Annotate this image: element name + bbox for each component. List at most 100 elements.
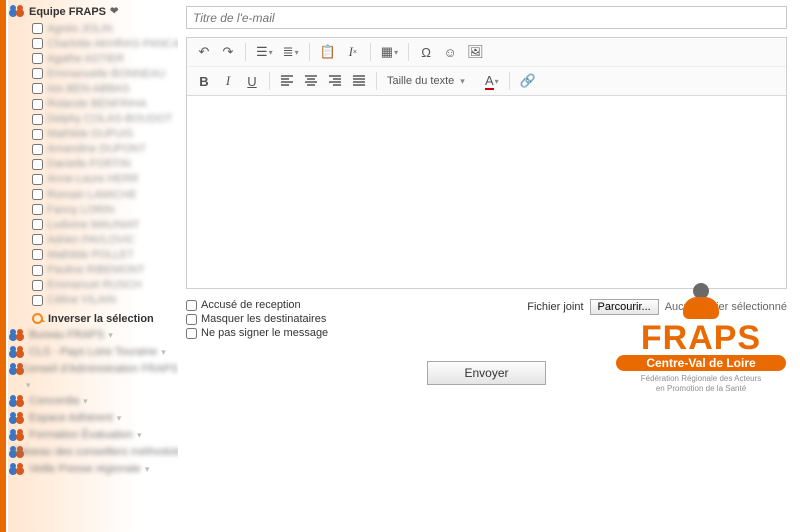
member-name: Amandine DUPONT xyxy=(47,143,146,155)
member-checkbox[interactable] xyxy=(32,174,43,185)
emoji-button[interactable]: ☺ xyxy=(439,41,461,63)
member-checkbox[interactable] xyxy=(32,129,43,140)
member-name: Rolande BENFRIHA xyxy=(47,98,147,110)
member-checkbox[interactable] xyxy=(32,219,43,230)
option-read-receipt[interactable]: Accusé de reception xyxy=(186,299,328,311)
email-subject-input[interactable] xyxy=(186,6,787,29)
send-button[interactable]: Envoyer xyxy=(427,361,545,385)
member-checkbox[interactable] xyxy=(32,83,43,94)
insert-table-button[interactable]: ▦ xyxy=(377,41,402,63)
ordered-list-button[interactable]: ≣ xyxy=(279,41,303,63)
chevron-down-icon: ▾ xyxy=(83,396,88,407)
no-sign-checkbox[interactable] xyxy=(186,328,197,339)
group-header[interactable]: Formation Évaluation▾ xyxy=(10,429,178,442)
editor-content-area[interactable] xyxy=(187,96,786,288)
recipients-sidebar: Equipe FRAPS ❤ Agnès JOLIN Charlotte AKH… xyxy=(0,0,178,532)
member-name: Charlotte AKHRAS-PANCALDI xyxy=(47,38,178,50)
group-header-equipe-fraps[interactable]: Equipe FRAPS ❤ xyxy=(10,5,178,18)
option-no-signature[interactable]: Ne pas signer le message xyxy=(186,327,328,339)
member-name: Adrien PAVLOVIC xyxy=(47,234,135,246)
member-checkbox[interactable] xyxy=(32,265,43,276)
member-name: Emmanuelle BONNEAU xyxy=(47,68,166,80)
member-checkbox[interactable] xyxy=(32,189,43,200)
member-name: Pauline RIBEMONT xyxy=(47,264,145,276)
group-icon xyxy=(10,463,25,476)
chevron-down-icon: ▾ xyxy=(108,330,113,341)
member-checkbox[interactable] xyxy=(32,159,43,170)
insert-image-button[interactable]: 🖼 xyxy=(463,41,488,63)
align-justify-button[interactable] xyxy=(348,70,370,92)
member-checkbox[interactable] xyxy=(32,23,43,34)
option-hide-recipients[interactable]: Masquer les destinataires xyxy=(186,313,328,325)
member-checkbox[interactable] xyxy=(32,68,43,79)
group-icon xyxy=(10,5,25,18)
member-checkbox[interactable] xyxy=(32,99,43,110)
group-name: Equipe FRAPS xyxy=(29,6,106,18)
attachment-label: Fichier joint xyxy=(527,301,583,313)
bold-button[interactable]: B xyxy=(193,70,215,92)
rich-text-editor: ↶ ↷ ☰ ≣ 📋 I× ▦ Ω ☺ 🖼 B I xyxy=(186,37,787,289)
clear-formatting-button[interactable]: I× xyxy=(342,41,364,63)
chevron-down-icon: ❤ xyxy=(110,6,118,17)
hide-recipients-checkbox[interactable] xyxy=(186,314,197,325)
group-icon xyxy=(10,346,25,359)
member-name: Fanny LORIN xyxy=(47,204,114,216)
group-icon xyxy=(10,429,25,442)
text-color-button[interactable]: A xyxy=(481,70,503,92)
underline-button[interactable]: U xyxy=(241,70,263,92)
insert-link-button[interactable]: 🔗 xyxy=(516,70,540,92)
font-size-select[interactable]: Taille du texte xyxy=(383,70,479,92)
member-checkbox[interactable] xyxy=(32,234,43,245)
member-name: Agathe ASTIER xyxy=(47,53,124,65)
member-name: Anne-Laure HERR xyxy=(47,173,139,185)
member-name: Céline VILAIN xyxy=(47,294,116,306)
group-header[interactable]: Bureau FRAPS▾ xyxy=(10,329,178,342)
align-left-button[interactable] xyxy=(276,70,298,92)
member-checkbox[interactable] xyxy=(32,53,43,64)
member-checkbox[interactable] xyxy=(32,204,43,215)
align-right-button[interactable] xyxy=(324,70,346,92)
member-name: Mathilde DUPUIS xyxy=(47,128,133,140)
redo-button[interactable]: ↷ xyxy=(217,41,239,63)
group-header[interactable]: Veille Presse régionale▾ xyxy=(10,463,178,476)
member-checkbox[interactable] xyxy=(32,144,43,155)
chevron-down-icon: ▾ xyxy=(117,413,122,424)
member-name: Mathilde POLLET xyxy=(47,249,134,261)
browse-file-button[interactable]: Parcourir... xyxy=(590,299,659,315)
member-name: Emmanuel RUSCH xyxy=(47,279,142,291)
chevron-down-icon: ▾ xyxy=(137,430,142,441)
invert-selection[interactable]: Inverser la sélection xyxy=(10,313,178,325)
align-center-button[interactable] xyxy=(300,70,322,92)
member-checkbox[interactable] xyxy=(32,295,43,306)
group-header[interactable]: Réseau des conseillers méthodologiques xyxy=(10,446,178,459)
group-header[interactable]: Espace Adhérent▾ xyxy=(10,412,178,425)
italic-button[interactable]: I xyxy=(217,70,239,92)
special-char-button[interactable]: Ω xyxy=(415,41,437,63)
member-checkbox[interactable] xyxy=(32,280,43,291)
member-name: Danielle FORTIN xyxy=(47,158,131,170)
group-header[interactable]: Conseil d'Administration FRAPS xyxy=(10,363,178,376)
member-checkbox[interactable] xyxy=(32,249,43,260)
member-name: Agnès JOLIN xyxy=(47,23,112,35)
compose-panel: ↶ ↷ ☰ ≣ 📋 I× ▦ Ω ☺ 🖼 B I xyxy=(178,0,800,532)
undo-button[interactable]: ↶ xyxy=(193,41,215,63)
group-icon xyxy=(10,363,17,376)
chevron-down-icon: ▾ xyxy=(161,347,166,358)
member-name: Ludivine MAUNIAT xyxy=(47,219,140,231)
group-icon xyxy=(10,329,25,342)
member-checkbox[interactable] xyxy=(32,38,43,49)
unordered-list-button[interactable]: ☰ xyxy=(252,41,277,63)
receipt-checkbox[interactable] xyxy=(186,300,197,311)
group-icon xyxy=(10,412,25,425)
invert-label: Inverser la sélection xyxy=(48,313,154,325)
group-header[interactable]: Concordia▾ xyxy=(10,395,178,408)
member-list: Agnès JOLIN Charlotte AKHRAS-PANCALDI Ag… xyxy=(10,21,178,311)
chevron-down-icon[interactable]: ▾ xyxy=(26,380,31,390)
group-icon xyxy=(10,395,25,408)
chevron-down-icon: ▾ xyxy=(145,464,150,475)
member-checkbox[interactable] xyxy=(32,114,43,125)
paste-button[interactable]: 📋 xyxy=(316,41,340,63)
group-header[interactable]: CLS - Pays Loire Touraine▾ xyxy=(10,346,178,359)
editor-toolbar: ↶ ↷ ☰ ≣ 📋 I× ▦ Ω ☺ 🖼 B I xyxy=(187,38,786,96)
attachment-row: Fichier joint Parcourir... Aucun fichier… xyxy=(527,299,787,315)
